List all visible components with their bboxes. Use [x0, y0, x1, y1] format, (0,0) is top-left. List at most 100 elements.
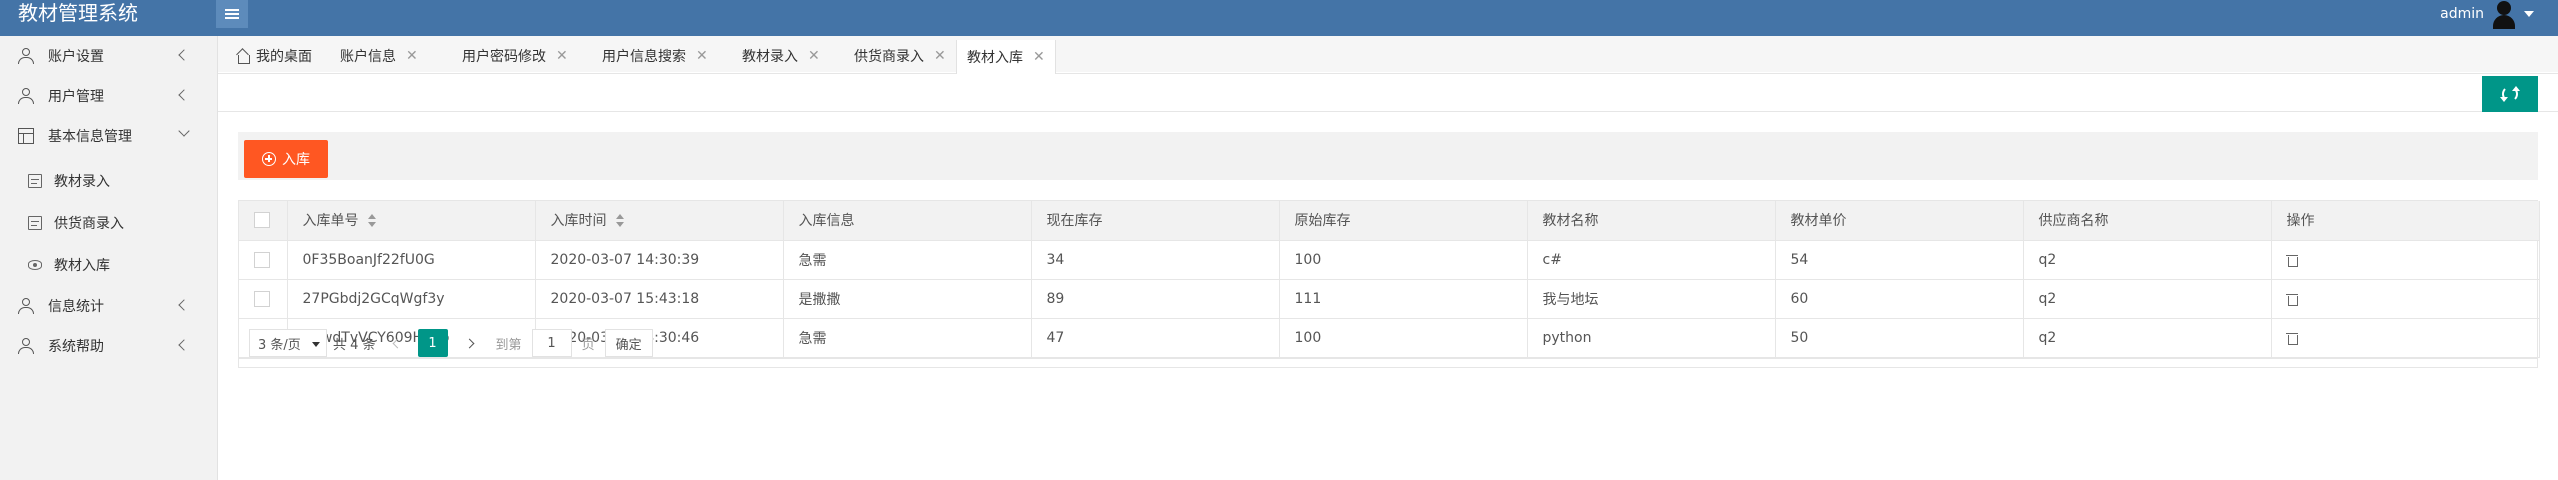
sidebar-subitem-label: 教材录入	[54, 174, 110, 190]
table-cell: q2	[2023, 240, 2272, 280]
menu-toggle-button[interactable]	[216, 0, 248, 28]
table-cell: 我与地坛	[1527, 279, 1776, 319]
select-all-checkbox[interactable]	[254, 212, 270, 229]
refresh-strip	[218, 74, 2558, 112]
chevron-left-icon	[178, 299, 190, 311]
sidebar-subitem-label: 教材入库	[54, 258, 110, 274]
table-cell: 2020-03-07 15:43:18	[535, 279, 784, 319]
page-unit-label: 页	[581, 337, 595, 353]
tab-textbook-stockin[interactable]: 教材入库 ✕	[956, 40, 1056, 74]
column-header: 教材名称	[1527, 201, 1776, 241]
document-icon	[28, 216, 42, 230]
tab-textbook-entry[interactable]: 教材录入 ✕	[732, 40, 830, 72]
sidebar-subitem-textbook-entry[interactable]: 教材录入	[0, 160, 218, 202]
tab-label: 教材入库	[967, 50, 1023, 66]
column-header: 操作	[2271, 201, 2540, 241]
chevron-right-icon	[464, 338, 475, 348]
table-cell: c#	[1527, 240, 1776, 280]
close-icon[interactable]: ✕	[556, 48, 568, 64]
refresh-icon	[2500, 86, 2520, 102]
hamburger-icon	[225, 7, 239, 21]
refresh-button[interactable]	[2482, 76, 2538, 112]
table-cell: 60	[1775, 279, 2024, 319]
chevron-down-icon	[178, 125, 190, 137]
goto-confirm-button[interactable]: 确定	[604, 329, 653, 357]
sidebar-subitem-textbook-stockin[interactable]: 教材入库	[0, 244, 218, 286]
action-cell	[2271, 279, 2540, 319]
table-row: 0F35BoanJf22fU0G 2020-03-07 14:30:39 急需 …	[239, 240, 2540, 280]
row-checkbox[interactable]	[254, 251, 270, 268]
column-header: 供应商名称	[2023, 201, 2272, 241]
tab-account-info[interactable]: 账户信息 ✕	[330, 40, 428, 72]
header-select-all	[239, 201, 288, 241]
tab-label: 我的桌面	[256, 49, 312, 65]
tab-label: 教材录入	[742, 49, 798, 65]
plus-circle-icon	[262, 152, 276, 166]
table-cell: 2020-03-07 14:30:39	[535, 240, 784, 280]
prev-page-button[interactable]	[388, 329, 408, 357]
app-logo: 教材管理系统	[18, 1, 138, 25]
column-header: 入库信息	[783, 201, 1032, 241]
close-icon[interactable]: ✕	[406, 48, 418, 64]
total-count: 共 4 条	[333, 337, 376, 353]
row-checkbox[interactable]	[254, 290, 270, 307]
sidebar-item-system-help[interactable]: 系统帮助	[0, 326, 218, 366]
sidebar-item-label: 系统帮助	[48, 339, 104, 355]
goto-page-input[interactable]: 1	[531, 329, 572, 357]
sidebar-item-label: 信息统计	[48, 299, 104, 315]
table-cell: 111	[1279, 279, 1528, 319]
table-cell: 34	[1031, 240, 1280, 280]
close-icon[interactable]: ✕	[934, 48, 946, 64]
pagination-controls: 3 条/页 共 4 条 1 到第 1 页 确定	[249, 328, 653, 358]
tab-password-change[interactable]: 用户密码修改 ✕	[452, 40, 578, 72]
column-header[interactable]: 入库单号	[287, 201, 536, 241]
tab-user-search[interactable]: 用户信息搜索 ✕	[592, 40, 718, 72]
sidebar-item-label: 基本信息管理	[48, 129, 132, 145]
sidebar-item-basic-info[interactable]: 基本信息管理	[0, 116, 218, 156]
sort-icon[interactable]	[367, 214, 377, 228]
sidebar-item-statistics[interactable]: 信息统计	[0, 286, 218, 326]
sidebar-item-user-management[interactable]: 用户管理	[0, 76, 218, 116]
delete-icon[interactable]	[2285, 254, 2299, 267]
close-icon[interactable]: ✕	[1033, 49, 1045, 65]
column-header: 教材单价	[1775, 201, 2024, 241]
sidebar-item-label: 用户管理	[48, 89, 104, 105]
stock-in-button[interactable]: 入库	[244, 140, 328, 178]
table-cell: 0F35BoanJf22fU0G	[287, 240, 536, 280]
table-cell: 27PGbdj2GCqWgf3y	[287, 279, 536, 319]
delete-icon[interactable]	[2285, 293, 2299, 306]
sidebar-subitem-supplier-entry[interactable]: 供货商录入	[0, 202, 218, 244]
tab-my-desktop[interactable]: 我的桌面	[226, 40, 322, 72]
page-size-value: 3 条/页	[258, 337, 301, 353]
page-size-select[interactable]: 3 条/页	[249, 329, 327, 357]
sidebar-item-account-settings[interactable]: 账户设置	[0, 36, 218, 76]
chevron-left-icon	[178, 339, 190, 351]
tab-label: 账户信息	[340, 49, 396, 65]
current-page-button[interactable]: 1	[417, 329, 448, 357]
caret-down-icon	[2524, 11, 2534, 17]
user-name: admin	[2440, 6, 2484, 22]
user-icon	[18, 338, 34, 354]
table-icon	[18, 128, 34, 144]
close-icon[interactable]: ✕	[696, 48, 708, 64]
action-cell	[2271, 240, 2540, 280]
next-page-button[interactable]	[460, 329, 480, 357]
eye-icon	[28, 260, 42, 270]
main-content: 入库 入库单号 入库时间 入库信息 现在库存 原始库存 教材名称 教材单价 供应…	[218, 74, 2558, 480]
user-menu[interactable]: admin	[2440, 0, 2534, 29]
user-icon	[18, 298, 34, 314]
table-toolbar: 入库	[238, 132, 2538, 180]
table-cell: 急需	[783, 240, 1032, 280]
column-header: 原始库存	[1279, 201, 1528, 241]
tab-supplier-entry[interactable]: 供货商录入 ✕	[844, 40, 956, 72]
sort-icon[interactable]	[615, 214, 625, 228]
tab-bar: 我的桌面 账户信息 ✕ 用户密码修改 ✕ 用户信息搜索 ✕ 教材录入 ✕ 供货商…	[218, 36, 2558, 74]
close-icon[interactable]: ✕	[808, 48, 820, 64]
table-header-row: 入库单号 入库时间 入库信息 现在库存 原始库存 教材名称 教材单价 供应商名称…	[239, 201, 2540, 241]
table-cell: 89	[1031, 279, 1280, 319]
column-header[interactable]: 入库时间	[535, 201, 784, 241]
user-icon	[18, 88, 34, 104]
top-header: 教材管理系统 admin	[0, 0, 2558, 36]
table-cell: 54	[1775, 240, 2024, 280]
row-select-cell	[239, 279, 288, 319]
